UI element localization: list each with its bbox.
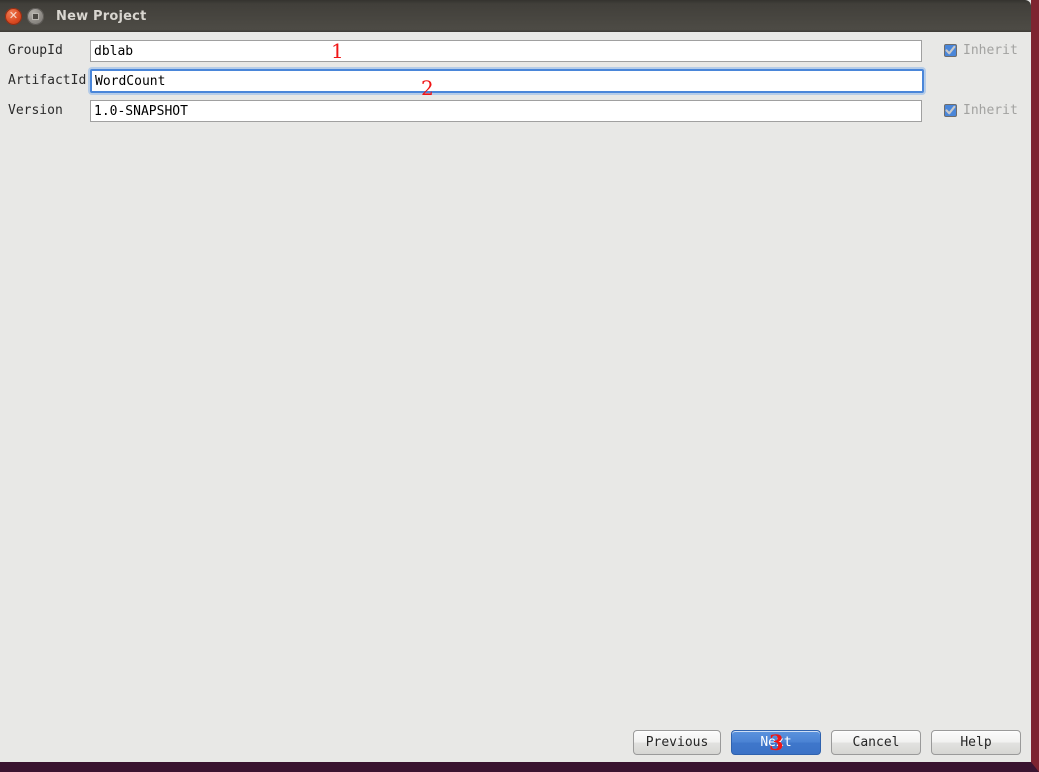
next-button[interactable]: Next <box>731 730 821 755</box>
maximize-glyph <box>32 12 39 20</box>
dialog-button-bar: Previous Next Cancel Help <box>0 730 1031 762</box>
version-row: Version <box>0 100 922 122</box>
close-glyph: ✕ <box>8 9 19 22</box>
previous-button[interactable]: Previous <box>633 730 721 755</box>
groupid-label: GroupId <box>8 43 63 58</box>
groupid-row: GroupId <box>0 40 922 62</box>
check-icon <box>945 105 956 115</box>
window-title: New Project <box>56 8 147 24</box>
groupid-inherit-checkbox[interactable] <box>944 44 957 57</box>
dialog-content: GroupId Inherit ArtifactId Version <box>0 32 1031 762</box>
version-input[interactable] <box>90 100 922 122</box>
artifactid-label: ArtifactId <box>8 73 87 88</box>
help-button[interactable]: Help <box>931 730 1021 755</box>
cancel-button[interactable]: Cancel <box>831 730 921 755</box>
title-bar: ✕ New Project <box>0 0 1031 32</box>
check-icon <box>945 45 956 55</box>
version-inherit-group[interactable]: Inherit <box>944 103 1018 118</box>
groupid-inherit-group[interactable]: Inherit <box>944 43 1018 58</box>
new-project-dialog-window: ✕ New Project GroupId Inherit ArtifactId <box>0 0 1039 772</box>
version-label: Version <box>8 103 63 118</box>
close-icon[interactable]: ✕ <box>5 7 22 25</box>
artifactid-input[interactable] <box>90 69 924 93</box>
version-inherit-label: Inherit <box>963 103 1018 118</box>
groupid-inherit-label: Inherit <box>963 43 1018 58</box>
version-inherit-checkbox[interactable] <box>944 104 957 117</box>
maximize-icon[interactable] <box>27 7 44 25</box>
artifactid-row: ArtifactId <box>0 69 924 93</box>
groupid-input[interactable] <box>90 40 922 62</box>
